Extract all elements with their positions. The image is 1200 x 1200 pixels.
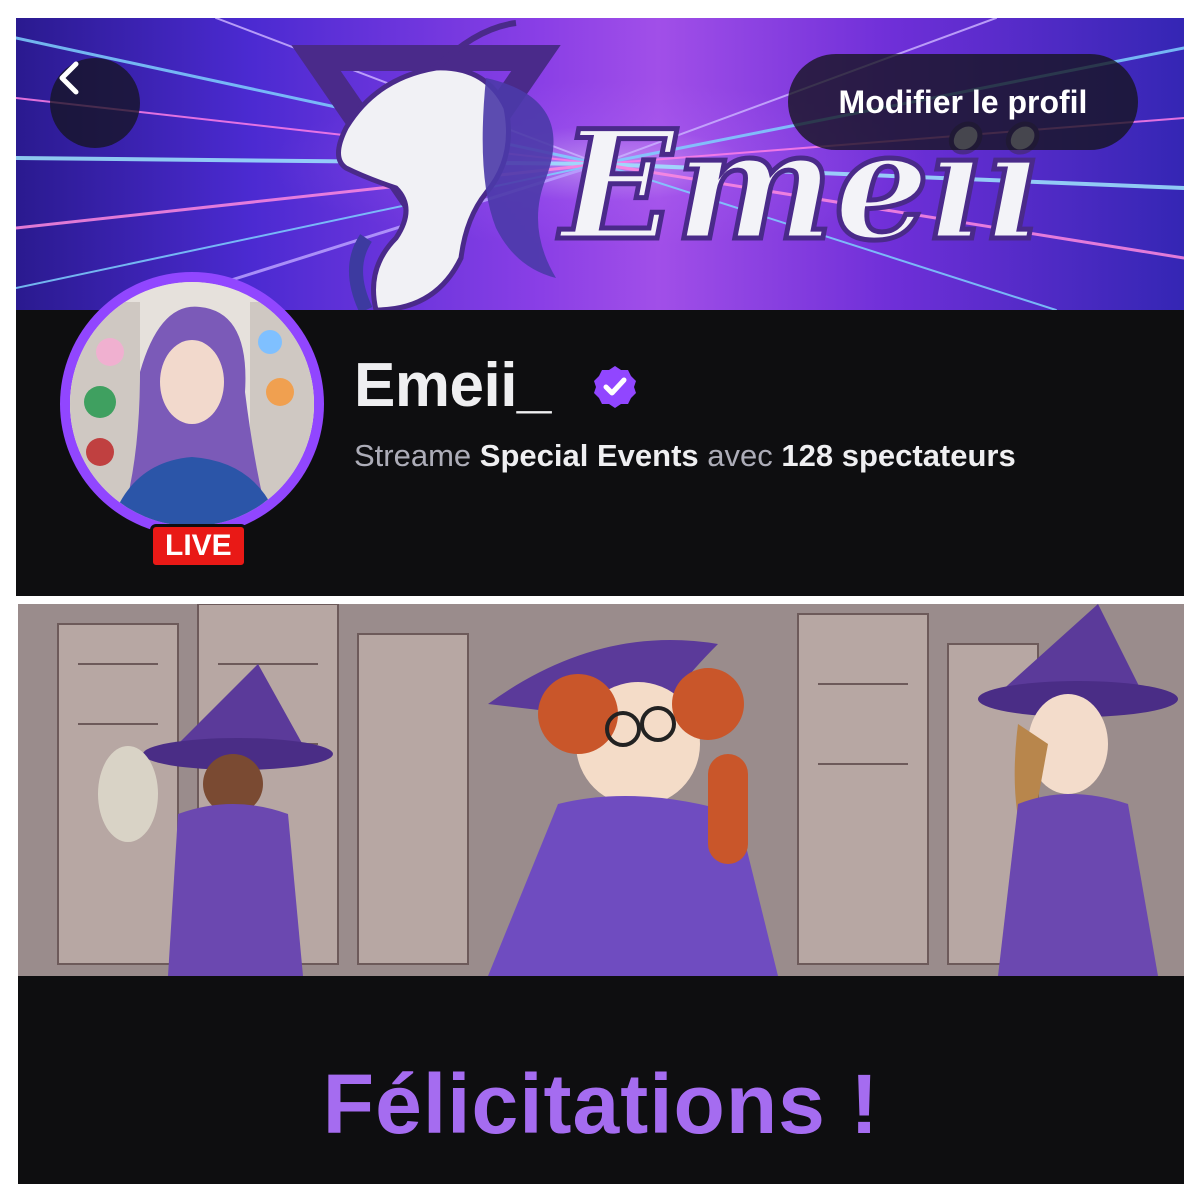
congrats-panel: Félicitations ! xyxy=(18,604,1184,1184)
congratulations-heading: Félicitations ! xyxy=(322,1057,880,1151)
profile-banner: Emeii Modifier le profil xyxy=(16,18,1184,310)
stream-category-link[interactable]: Special Events xyxy=(480,438,699,473)
profile-panel: Emeii Modifier le profil LIVE Emeii_ Str… xyxy=(16,18,1184,596)
chevron-left-icon xyxy=(59,61,79,95)
back-button[interactable] xyxy=(50,58,140,148)
stream-middle: avec xyxy=(707,438,773,473)
avatar[interactable] xyxy=(60,272,324,536)
stream-status: Streame Special Events avec 128 spectate… xyxy=(354,438,1016,474)
stream-prefix: Streame xyxy=(354,438,472,473)
edit-profile-button[interactable]: Modifier le profil xyxy=(788,54,1138,150)
channel-username: Emeii_ xyxy=(354,351,551,420)
avatar-photo xyxy=(70,282,314,526)
viewer-count: 128 spectateurs xyxy=(781,438,1016,473)
live-badge: LIVE xyxy=(150,524,247,568)
witches-illustration xyxy=(18,604,1184,976)
verified-badge-icon xyxy=(594,366,636,408)
